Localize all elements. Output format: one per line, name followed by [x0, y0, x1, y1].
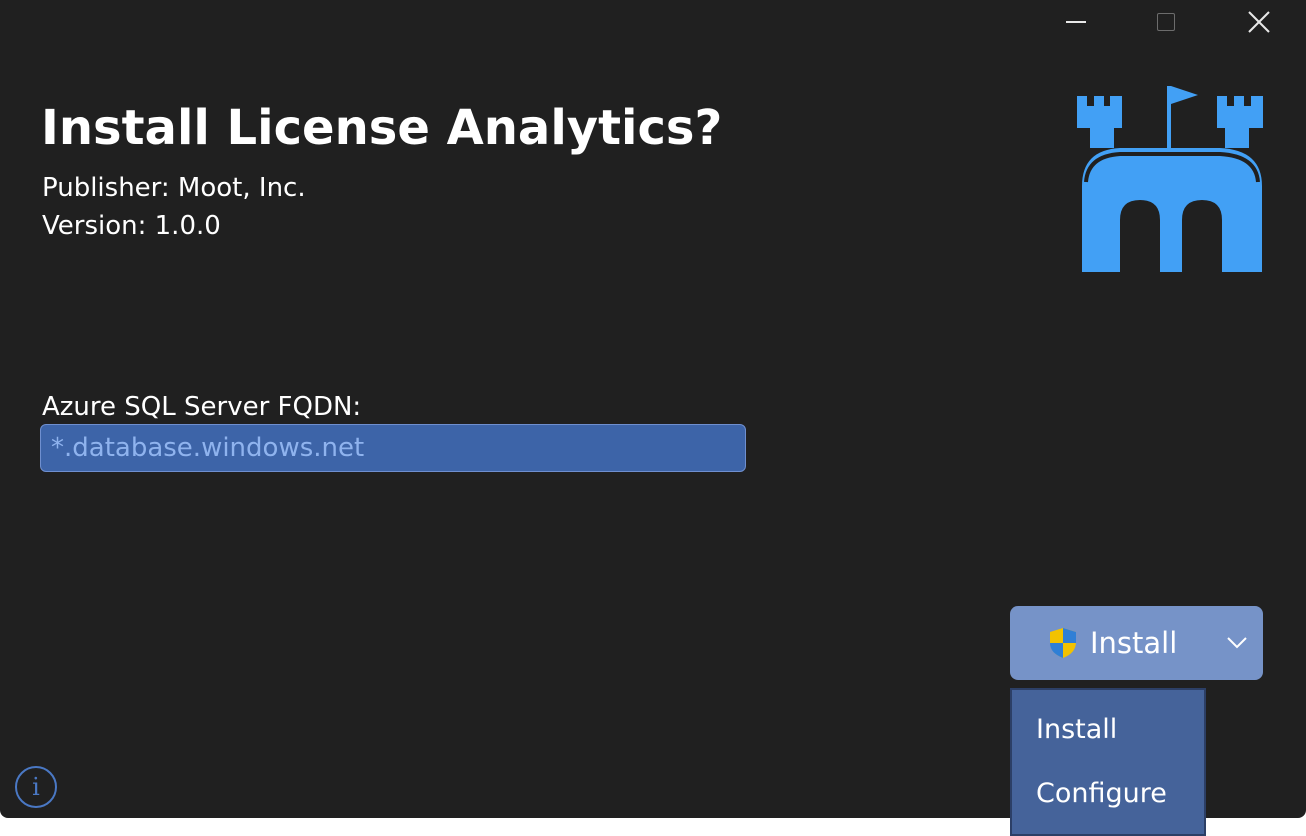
fqdn-label: Azure SQL Server FQDN: — [42, 392, 362, 422]
close-icon — [1248, 11, 1270, 33]
info-icon: i — [32, 773, 40, 801]
install-dropdown-menu: Install Configure — [1010, 688, 1206, 836]
install-button[interactable]: Install — [1010, 606, 1210, 680]
menu-item-configure[interactable]: Configure — [1036, 778, 1167, 809]
chevron-down-icon — [1226, 637, 1247, 649]
minimize-button[interactable] — [1053, 0, 1099, 44]
install-split-button: Install — [1010, 606, 1263, 680]
install-dropdown-toggle[interactable] — [1210, 606, 1263, 680]
page-title: Install License Analytics? — [41, 100, 723, 156]
menu-item-install[interactable]: Install — [1036, 714, 1117, 745]
castle-icon — [1077, 86, 1263, 272]
uac-shield-icon — [1050, 628, 1076, 658]
minimize-icon — [1066, 21, 1086, 23]
maximize-icon — [1157, 13, 1175, 31]
info-button[interactable]: i — [15, 766, 57, 808]
maximize-button[interactable] — [1143, 0, 1189, 44]
close-button[interactable] — [1236, 0, 1282, 44]
publisher-text: Publisher: Moot, Inc. — [42, 173, 306, 203]
version-text: Version: 1.0.0 — [42, 211, 221, 241]
install-button-label: Install — [1090, 626, 1178, 660]
fqdn-input[interactable] — [40, 424, 746, 472]
